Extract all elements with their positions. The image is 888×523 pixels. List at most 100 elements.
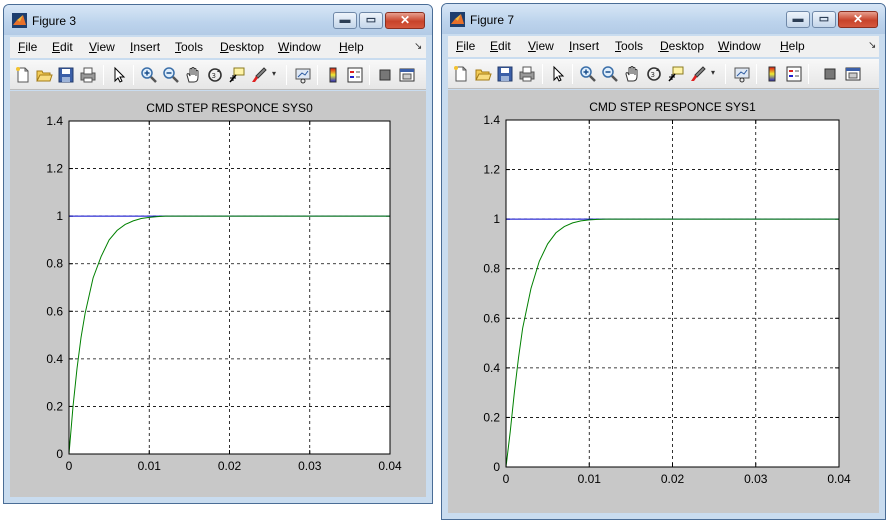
brush-icon[interactable] — [250, 66, 268, 84]
print-icon[interactable] — [518, 65, 536, 83]
title-bar[interactable]: Figure 3 ▬ ▭ ✕ — [4, 5, 432, 35]
rotate-3d-icon[interactable]: 3 — [645, 65, 663, 83]
x-tick-label: 0.02 — [218, 459, 242, 473]
y-tick-label: 0.6 — [483, 311, 500, 325]
colorbar-icon[interactable] — [324, 66, 342, 84]
window-title: Figure 7 — [470, 13, 515, 27]
hide-plot-tools-icon[interactable] — [376, 66, 394, 84]
data-cursor-icon[interactable] — [228, 66, 246, 84]
y-tick-label: 1 — [493, 212, 500, 226]
menu-help[interactable]: Help — [780, 39, 805, 53]
x-tick-label: 0.03 — [744, 472, 768, 486]
toolbar-separator — [369, 65, 370, 85]
zoom-out-icon[interactable] — [601, 65, 619, 83]
menu-edit[interactable]: Edit — [490, 39, 511, 53]
zoom-in-icon[interactable] — [579, 65, 597, 83]
y-tick-label: 0.8 — [483, 262, 500, 276]
menu-edit[interactable]: Edit — [52, 40, 73, 54]
menu-tools[interactable]: Tools — [615, 39, 643, 53]
colorbar-icon[interactable] — [763, 65, 781, 83]
x-tick-label: 0.02 — [661, 472, 685, 486]
step-response-chart: CMD STEP RESPONCE SYS1 0 0.01 0.02 0.03 0.04 0… — [483, 100, 851, 486]
menu-file[interactable]: File — [456, 39, 475, 53]
pan-icon[interactable] — [184, 66, 202, 84]
print-icon[interactable] — [79, 66, 97, 84]
y-tick-label: 0.2 — [483, 410, 500, 424]
figure-window-2: Figure 7 ▬ ▭ ✕ File Edit View Insert Too… — [441, 3, 886, 520]
save-icon[interactable] — [496, 65, 514, 83]
maximize-button[interactable]: ▭ — [359, 12, 383, 29]
title-bar[interactable]: Figure 7 ▬ ▭ ✕ — [442, 4, 885, 34]
menu-insert[interactable]: Insert — [569, 39, 599, 53]
rotate-3d-icon[interactable]: 3 — [206, 66, 224, 84]
x-tick-label: 0 — [503, 472, 510, 486]
chart-title: CMD STEP RESPONCE SYS0 — [146, 101, 313, 115]
brush-dropdown-icon[interactable]: ▾ — [272, 69, 276, 78]
minimize-icon: ▬ — [339, 14, 351, 26]
menu-overflow-icon[interactable]: ↘ — [868, 40, 876, 51]
toolbar-separator — [317, 65, 318, 85]
figure-toolbar: 3 ▾ — [10, 60, 426, 90]
legend-icon[interactable] — [346, 66, 364, 84]
close-button[interactable]: ✕ — [385, 12, 425, 29]
save-icon[interactable] — [57, 66, 75, 84]
x-tick-label: 0.01 — [138, 459, 162, 473]
legend-icon[interactable] — [785, 65, 803, 83]
figure-canvas: CMD STEP RESPONCE SYS0 0 0.01 0.02 0.03 0.04 0… — [10, 91, 426, 497]
new-figure-icon[interactable] — [14, 66, 32, 84]
toolbar-separator — [103, 65, 104, 85]
toolbar-separator — [725, 64, 726, 84]
minimize-button[interactable]: ▬ — [786, 11, 810, 28]
brush-dropdown-icon[interactable]: ▾ — [711, 68, 715, 77]
open-file-icon[interactable] — [35, 66, 53, 84]
show-plot-tools-icon[interactable] — [844, 65, 862, 83]
x-tick-label: 0.03 — [298, 459, 322, 473]
menu-desktop[interactable]: Desktop — [660, 39, 704, 53]
svg-text:3: 3 — [651, 71, 655, 79]
svg-text:3: 3 — [212, 72, 216, 80]
maximize-icon: ▭ — [365, 14, 377, 26]
menu-view[interactable]: View — [89, 40, 115, 54]
menu-overflow-icon[interactable]: ↘ — [414, 41, 422, 52]
chart-title: CMD STEP RESPONCE SYS1 — [589, 100, 756, 114]
menu-insert[interactable]: Insert — [130, 40, 160, 54]
menu-help[interactable]: Help — [339, 40, 364, 54]
data-cursor-icon[interactable] — [667, 65, 685, 83]
pointer-icon[interactable] — [549, 65, 567, 83]
toolbar-separator — [133, 65, 134, 85]
link-plot-icon[interactable] — [733, 65, 751, 83]
pan-icon[interactable] — [623, 65, 641, 83]
y-tick-label: 0 — [56, 447, 63, 461]
y-tick-label: 1 — [56, 209, 63, 223]
menu-view[interactable]: View — [528, 39, 554, 53]
new-figure-icon[interactable] — [452, 65, 470, 83]
step-response-chart: CMD STEP RESPONCE SYS0 0 0.01 0.02 0.03 0.04 0… — [46, 101, 402, 473]
zoom-in-icon[interactable] — [140, 66, 158, 84]
zoom-out-icon[interactable] — [162, 66, 180, 84]
menu-desktop[interactable]: Desktop — [220, 40, 264, 54]
hide-plot-tools-icon[interactable] — [821, 65, 839, 83]
menu-window[interactable]: Window — [278, 40, 321, 54]
open-file-icon[interactable] — [474, 65, 492, 83]
menu-tools[interactable]: Tools — [175, 40, 203, 54]
minimize-icon: ▬ — [792, 13, 804, 25]
x-tick-label: 0.01 — [578, 472, 602, 486]
y-tick-label: 0.4 — [483, 361, 500, 375]
menu-window[interactable]: Window — [718, 39, 761, 53]
close-icon: ✕ — [852, 12, 864, 26]
toolbar-separator — [572, 64, 573, 84]
menu-bar: File Edit View Insert Tools Desktop Wind… — [10, 37, 426, 58]
y-tick-label: 0.4 — [46, 352, 63, 366]
toolbar-separator — [756, 64, 757, 84]
brush-icon[interactable] — [689, 65, 707, 83]
minimize-button[interactable]: ▬ — [333, 12, 357, 29]
link-plot-icon[interactable] — [294, 66, 312, 84]
close-button[interactable]: ✕ — [838, 11, 878, 28]
menu-file[interactable]: File — [18, 40, 37, 54]
show-plot-tools-icon[interactable] — [398, 66, 416, 84]
maximize-button[interactable]: ▭ — [812, 11, 836, 28]
y-tick-label: 0.6 — [46, 304, 63, 318]
pointer-icon[interactable] — [110, 66, 128, 84]
y-tick-label: 1.2 — [46, 162, 63, 176]
toolbar-separator — [808, 64, 809, 84]
